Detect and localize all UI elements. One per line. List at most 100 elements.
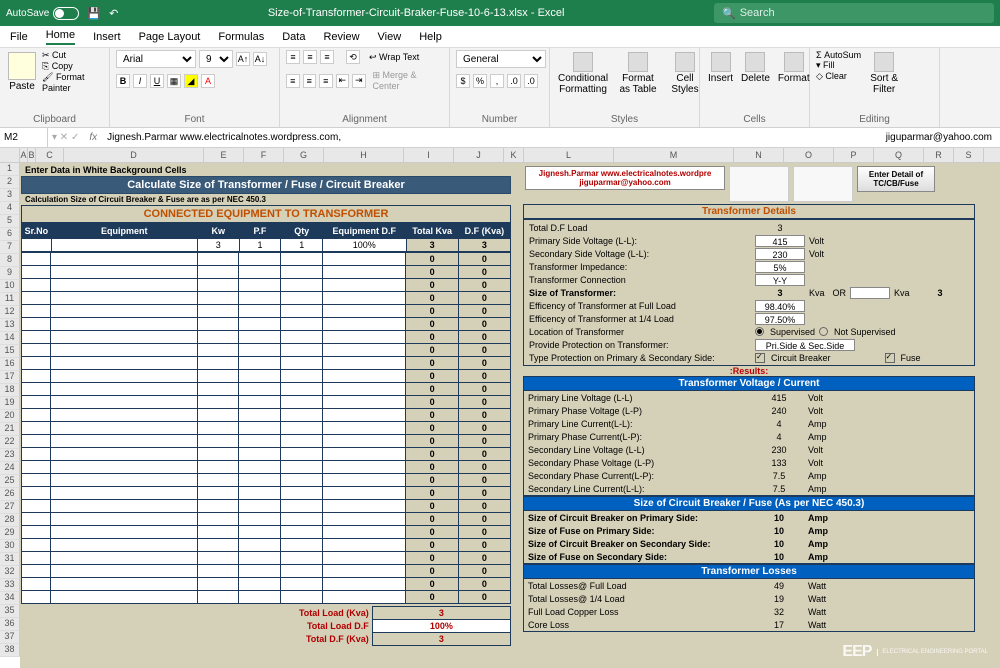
fx-icon[interactable]: fx: [83, 132, 103, 143]
window-title: Size-of-Transformer-Circuit-Braker-Fuse-…: [126, 7, 706, 19]
font-name-select[interactable]: Arial: [116, 50, 196, 68]
table-row: 00: [22, 487, 511, 500]
italic-button[interactable]: I: [133, 74, 147, 88]
copy-button[interactable]: ⎘ Copy: [42, 61, 103, 72]
table-row: 00: [22, 279, 511, 292]
decrease-font-icon[interactable]: A↓: [253, 52, 267, 66]
format-button[interactable]: Format: [776, 50, 812, 86]
formula-input[interactable]: Jignesh.Parmar www.electricalnotes.wordp…: [103, 132, 886, 143]
enter-detail-button[interactable]: Enter Detail of TC/CB/Fuse: [857, 166, 935, 192]
calc-note: Calculation Size of Circuit Breaker & Fu…: [21, 194, 511, 205]
main-title: Calculate Size of Transformer / Fuse / C…: [21, 176, 511, 194]
table-row: 00: [22, 552, 511, 565]
clear-button[interactable]: ◇ Clear: [816, 71, 861, 82]
save-icon[interactable]: 💾: [87, 7, 101, 20]
format-icon: [784, 52, 804, 72]
insert-icon: [711, 52, 731, 72]
number-format-select[interactable]: General: [456, 50, 546, 68]
align-top-icon[interactable]: ≡: [286, 50, 300, 64]
connected-header: CONNECTED EQUIPMENT TO TRANSFORMER: [21, 205, 511, 223]
border-button[interactable]: ▦: [167, 74, 181, 88]
table-row: 00: [22, 526, 511, 539]
autosave-toggle[interactable]: AutoSave: [6, 7, 79, 20]
menu-data[interactable]: Data: [282, 31, 305, 43]
sort-icon: [874, 52, 894, 72]
table-row: 00: [22, 448, 511, 461]
cell-styles-icon: [675, 52, 695, 72]
paste-button[interactable]: Paste: [6, 50, 38, 94]
wrap-text-button[interactable]: ↩ Wrap Text: [369, 52, 419, 63]
menubar: File Home Insert Page Layout Formulas Da…: [0, 26, 1000, 48]
cb-checkbox[interactable]: [755, 353, 765, 363]
row-headers: 1234567891011121314151617181920212223242…: [0, 163, 20, 668]
menu-review[interactable]: Review: [323, 31, 359, 43]
search-input[interactable]: 🔍 Search: [714, 3, 994, 23]
font-size-select[interactable]: 9: [199, 50, 233, 68]
table-row: 00: [22, 331, 511, 344]
cb-fuse-header: Size of Circuit Breaker / Fuse (As per N…: [523, 496, 975, 511]
formula-input-2: jiguparmar@yahoo.com: [886, 132, 1000, 143]
menu-file[interactable]: File: [10, 31, 28, 43]
name-box[interactable]: M2: [0, 128, 48, 147]
indent-inc-icon[interactable]: ⇥: [352, 74, 366, 88]
menu-insert[interactable]: Insert: [93, 31, 121, 43]
comma-icon[interactable]: ,: [490, 74, 504, 88]
percent-icon[interactable]: %: [473, 74, 487, 88]
insert-button[interactable]: Insert: [706, 50, 735, 86]
table-row: 00: [22, 513, 511, 526]
menu-pagelayout[interactable]: Page Layout: [139, 31, 201, 43]
align-center-icon[interactable]: ≡: [303, 74, 317, 88]
cell-styles-button[interactable]: Cell Styles: [666, 50, 704, 97]
format-table-button[interactable]: Format as Table: [614, 50, 662, 97]
delete-button[interactable]: Delete: [739, 50, 772, 86]
table-row: 00: [22, 474, 511, 487]
table-row: 00: [22, 435, 511, 448]
indent-dec-icon[interactable]: ⇤: [336, 74, 350, 88]
details-header: Transformer Details: [523, 204, 975, 219]
dec-decimal-icon[interactable]: .0: [524, 74, 538, 88]
menu-formulas[interactable]: Formulas: [218, 31, 264, 43]
not-supervised-radio[interactable]: [819, 327, 828, 336]
align-left-icon[interactable]: ≡: [286, 74, 300, 88]
watermark: EEPELECTRICAL ENGINEERING PORTAL: [842, 643, 988, 661]
underline-button[interactable]: U: [150, 74, 164, 88]
align-right-icon[interactable]: ≡: [319, 74, 333, 88]
table-row: 00: [22, 409, 511, 422]
table-row: 00: [22, 344, 511, 357]
undo-icon[interactable]: ↶: [109, 7, 118, 20]
delete-icon: [745, 52, 765, 72]
autosum-button[interactable]: Σ AutoSum: [816, 50, 861, 60]
sort-filter-button[interactable]: Sort & Filter: [865, 50, 903, 97]
table-row: 311100%33: [22, 239, 511, 252]
table-row: 00: [22, 396, 511, 409]
menu-home[interactable]: Home: [46, 29, 75, 45]
spreadsheet[interactable]: AB CD EF GH IJ KL MN OP QR S 12345678910…: [0, 148, 1000, 668]
menu-help[interactable]: Help: [419, 31, 442, 43]
bold-button[interactable]: B: [116, 74, 130, 88]
fill-color-button[interactable]: ◢: [184, 74, 198, 88]
table-row: 00: [22, 253, 511, 266]
format-painter-button[interactable]: 🖌 Format Painter: [42, 72, 103, 93]
switchgear-image: [793, 166, 853, 202]
cond-format-button[interactable]: Conditional Formatting: [556, 50, 610, 97]
align-mid-icon[interactable]: ≡: [303, 50, 317, 64]
font-color-button[interactable]: A: [201, 74, 215, 88]
fill-button[interactable]: ▾ Fill: [816, 60, 861, 71]
menu-view[interactable]: View: [378, 31, 402, 43]
align-bot-icon[interactable]: ≡: [320, 50, 334, 64]
sheet-canvas[interactable]: Enter Data in White Background Cells Cal…: [20, 163, 1000, 668]
merge-button[interactable]: ⊞ Merge & Center: [373, 70, 444, 91]
table-row: 00: [22, 539, 511, 552]
supervised-radio[interactable]: [755, 327, 764, 336]
fuse-checkbox[interactable]: [885, 353, 895, 363]
increase-font-icon[interactable]: A↑: [236, 52, 250, 66]
cond-format-icon: [573, 52, 593, 72]
cut-button[interactable]: ✂ Cut: [42, 50, 103, 61]
orientation-icon[interactable]: ⟲: [346, 50, 360, 64]
table-row: 00: [22, 565, 511, 578]
currency-icon[interactable]: $: [456, 74, 470, 88]
inc-decimal-icon[interactable]: .0: [507, 74, 521, 88]
transformer-image: [729, 166, 789, 202]
voltage-current-header: Transformer Voltage / Current: [523, 376, 975, 391]
losses-header: Transformer Losses: [523, 564, 975, 579]
